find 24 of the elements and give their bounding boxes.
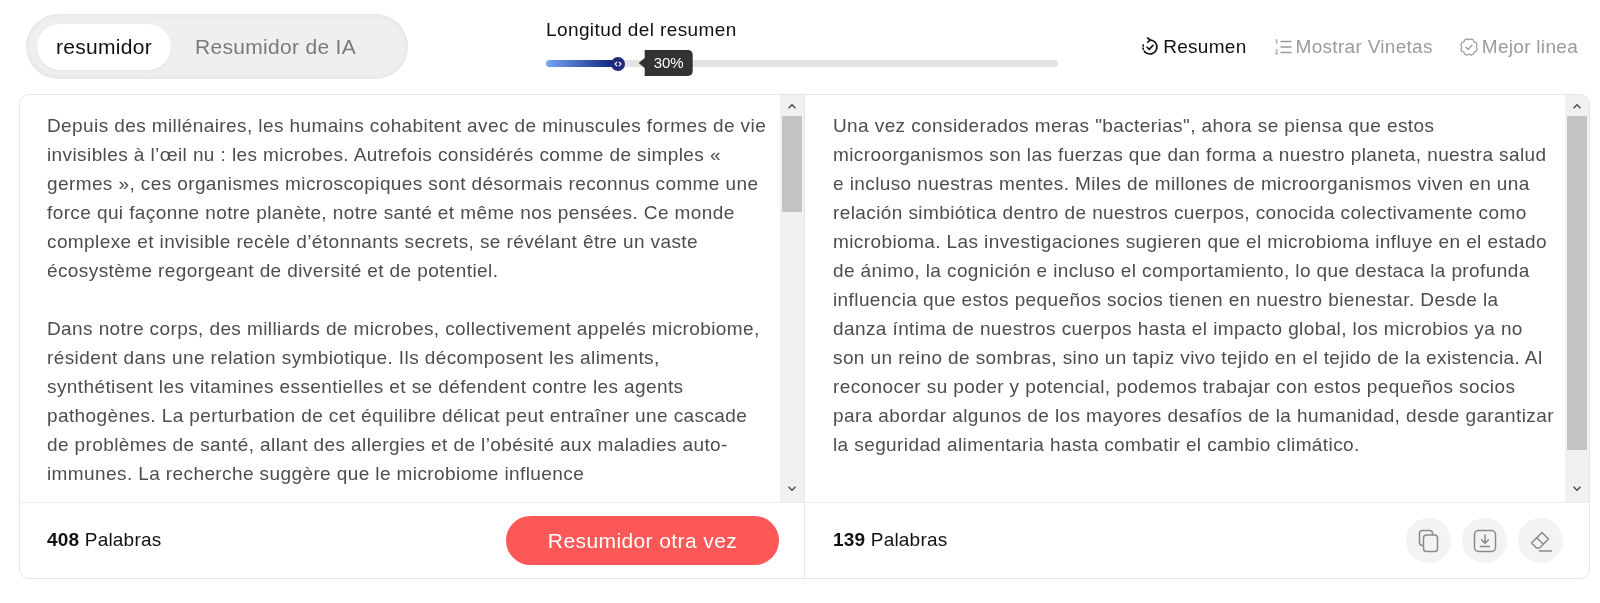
summarize-again-button[interactable]: Resumidor otra vez — [506, 516, 779, 565]
paragraph: Dans notre corps, des milliards de microbes, collectivement appelés microbiome, résident dans une relation symbiotique. Ils décomposent les aliments, synthétisent les vitamines essentielles et se défendent contre les agents pathogènes. La perturbation de cet équilibre délicat peut entraîner une cascade de problèmes de santé, allant des allergies et de l’obésité aux maladies auto-immunes. La recherche suggère que le microbiome influence — [47, 317, 761, 486]
mode-tab[interactable]: resumidor — [37, 23, 172, 70]
toolbar-button[interactable]: Mostrar Vinetas — [1272, 32, 1433, 62]
slider-label: Longitud del resumen — [546, 18, 737, 42]
numbered-list-icon — [1272, 37, 1293, 57]
slider-thumb[interactable] — [610, 56, 625, 71]
copy-icon — [1416, 528, 1441, 553]
scrollbar-thumb[interactable] — [782, 116, 802, 212]
summary-paragraph: Una vez considerados meras "bacterias", ahora se piensa que estos microorganismos son las fuerzas que dan forma a nuestro planeta, nuestra salud e incluso nuestras mentes. Miles de millones de microorganismos viven en una relación simbiótica dentro de nuestros cuerpos, conocida colectivamente como microbioma. Las investigaciones sugieren que el microbioma influye en el estado de ánimo, la cognición e incluso el comportamiento, lo que destaca la profunda influencia que estos pequeños socios tienen en nuestro bienestar. Desde la danza íntima de nuestros cuerpos hasta el impacto global, los microbios ya no son un reino de sombras, sino un tapiz vivo tejido en el tejido de la existencia. Al reconocer su poder y potencial, podemos trabajar con estos pequeños socios para abordar algunos de los mayores desafíos de la humanidad, desde garantizar la seguridad alimentaria hasta combatir el cambio climático. — [833, 114, 1555, 457]
word-count: 139 Palabras — [833, 528, 948, 553]
value-tooltip: 30% — [638, 50, 693, 76]
badge-check-icon — [1458, 37, 1479, 57]
download-icon — [1472, 528, 1497, 553]
toolbar-button[interactable]: Resumen — [1140, 32, 1247, 62]
copy-button[interactable] — [1406, 518, 1451, 563]
scrollbar-thumb[interactable] — [1567, 116, 1587, 450]
mode-tab[interactable]: Resumidor de IA — [171, 23, 380, 70]
clear-button[interactable] — [1518, 518, 1563, 563]
word-count: 408 Palabras — [47, 528, 162, 553]
circular-arrow-check-icon — [1140, 37, 1161, 57]
paragraph: Depuis des millénaires, les humains cohabitent avec de minuscules formes de vie invisibles à l’œil nu : les microbes. Autrefois considérés comme de simples « germes », ces organismes microscopiques sont désormais reconnus comme une force qui façonne notre planète, notre santé et même nos pensées. Ce monde complexe et invisible recèle d’étonnants secrets, se révélant être un vaste écosystème regorgeant de diversité et de potentiel. — [47, 114, 768, 283]
toolbar-button[interactable]: Mejor linea — [1458, 32, 1578, 62]
download-button[interactable] — [1462, 518, 1507, 563]
